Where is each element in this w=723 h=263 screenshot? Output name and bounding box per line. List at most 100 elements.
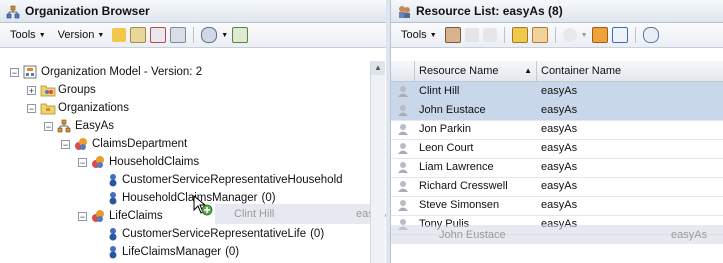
tools-menu-button[interactable]: Tools ▼ [397, 29, 441, 41]
sort-ascending-icon: ▲ [524, 66, 532, 75]
collapse-icon[interactable]: − [27, 103, 36, 113]
tree-node-groups[interactable]: + Groups [27, 81, 96, 99]
table-row[interactable]: John Eustace easyAs [391, 101, 723, 121]
resource-name-cell: Liam Lawrence [419, 161, 494, 173]
resource-list-title: Resource List: easyAs (8) [416, 4, 563, 18]
delete-icon[interactable] [150, 27, 167, 43]
tree-node-label: LifeClaimsManager [122, 246, 222, 258]
person-icon [397, 199, 409, 211]
tree-node-csr-household[interactable]: CustomerServiceRepresentativeHousehold [108, 171, 343, 189]
new-item-icon[interactable] [112, 28, 127, 42]
position-icon [108, 173, 118, 187]
table-row[interactable]: Clint Hill easyAs [391, 82, 723, 102]
tree-scrollbar[interactable]: ▲ [370, 61, 385, 263]
tree-node-claims-department[interactable]: − ClaimsDepartment [61, 135, 187, 153]
tree-node-life-claims-manager[interactable]: LifeClaimsManager (0) [108, 243, 239, 261]
toolbar-separator [193, 27, 195, 43]
collapse-icon[interactable]: − [44, 121, 53, 131]
groups-folder-icon [40, 83, 56, 97]
tree-node-label: ClaimsDepartment [92, 138, 188, 150]
row-icon-cell [391, 158, 415, 177]
resource-name-cell: Leon Court [419, 142, 474, 154]
collapse-icon[interactable]: − [10, 67, 19, 77]
search-dropdown-icon[interactable]: ▼ [581, 32, 588, 39]
resource-table-header: Resource Name ▲ Container Name [391, 61, 723, 82]
search-icon[interactable] [562, 28, 577, 42]
delete-resource-icon[interactable] [531, 27, 548, 43]
container-name-cell: easyAs [541, 123, 578, 135]
tools-menu-label: Tools [10, 29, 36, 41]
resource-list-icon [397, 4, 411, 18]
organization-browser-toolbar: Tools ▼ Version ▼ ▼ [0, 23, 386, 48]
person-icon [397, 104, 409, 116]
resource-list-panel: Resource List: easyAs (8) Tools ▼ ▼ Resou… [390, 0, 723, 263]
organization-browser-titlebar: Organization Browser [0, 0, 386, 23]
add-resource-icon[interactable] [444, 27, 461, 43]
toolbar-separator [634, 27, 636, 43]
edit-icon[interactable] [130, 27, 147, 43]
scroll-up-icon[interactable]: ▲ [371, 61, 385, 75]
column-header-label: Container Name [541, 65, 622, 77]
export-icon[interactable] [232, 27, 249, 43]
container-name-cell: easyAs [541, 180, 578, 192]
remove-resource-icon[interactable] [482, 28, 497, 42]
container-name-cell: easyAs [541, 85, 578, 97]
help-icon[interactable] [642, 27, 659, 43]
tree-node-root[interactable]: − Organization Model - Version: 2 [10, 63, 202, 81]
tree-node-household-claims[interactable]: − HouseholdClaims [78, 153, 199, 171]
move-icon[interactable] [170, 27, 187, 43]
row-icon-cell [391, 120, 415, 139]
table-row[interactable]: Leon Court easyAs [391, 139, 723, 159]
container-name-cell: easyAs [541, 104, 578, 116]
search-dropdown-icon[interactable]: ▼ [221, 32, 228, 39]
tree-node-csr-life[interactable]: CustomerServiceRepresentativeLife (0) [108, 225, 324, 243]
table-row[interactable]: Steve Simonsen easyAs [391, 196, 723, 216]
organization-browser-title: Organization Browser [25, 4, 150, 18]
collapse-icon[interactable]: − [61, 139, 70, 149]
organization-tree: − Organization Model - Version: 2 + Grou… [0, 61, 386, 263]
toolbar-separator [503, 27, 505, 43]
collapse-icon[interactable]: − [78, 211, 87, 221]
container-name-cell: easyAs [541, 199, 578, 211]
drag-ghost-name: Clint Hill [234, 208, 275, 220]
row-icon-cell [391, 139, 415, 158]
org-unit-icon [91, 155, 105, 169]
row-icon-cell [391, 82, 415, 101]
org-unit-icon [91, 209, 105, 223]
version-menu-label: Version [57, 29, 95, 41]
person-icon [397, 180, 409, 192]
tools-menu-label: Tools [401, 29, 427, 41]
person-icon [397, 123, 409, 135]
resource-name-cell: Steve Simonsen [419, 199, 500, 211]
table-row[interactable]: Liam Lawrence easyAs [391, 158, 723, 178]
tree-node-count: (0) [225, 246, 240, 258]
collapse-icon[interactable]: − [78, 157, 87, 167]
resource-name-cell: Clint Hill [419, 85, 460, 97]
row-icon-cell [391, 177, 415, 196]
table-view-icon[interactable] [611, 27, 628, 43]
organization-browser-panel: Organization Browser Tools ▼ Version ▼ ▼ −… [0, 0, 387, 263]
tools-menu-button[interactable]: Tools ▼ [6, 29, 50, 41]
tree-node-easyas[interactable]: − EasyAs [44, 117, 114, 135]
organization-icon [57, 119, 71, 133]
version-menu-button[interactable]: Version ▼ [54, 29, 109, 41]
edit-resource-icon[interactable] [464, 28, 479, 42]
expand-icon[interactable]: + [27, 85, 36, 95]
toolbar-separator [554, 27, 556, 43]
tree-node-label: Organization Model - Version: 2 [41, 66, 203, 78]
column-header-container-name[interactable]: Container Name [537, 61, 723, 81]
tree-node-organizations[interactable]: − Organizations [27, 99, 129, 117]
resource-list-titlebar: Resource List: easyAs (8) [391, 0, 723, 23]
table-row[interactable]: Jon Parkin easyAs [391, 120, 723, 140]
tree-node-count: (0) [310, 228, 325, 240]
column-header-label: Resource Name [419, 65, 499, 77]
resource-list-toolbar: Tools ▼ ▼ [391, 23, 723, 48]
position-icon [108, 245, 118, 259]
new-resource-icon[interactable] [511, 27, 528, 43]
table-row[interactable]: Richard Cresswell easyAs [391, 177, 723, 197]
column-header-resource-name[interactable]: Resource Name ▲ [415, 61, 537, 81]
tree-node-life-claims[interactable]: − LifeClaims [78, 207, 163, 225]
search-icon[interactable] [201, 27, 218, 43]
org-chart-icon[interactable] [591, 27, 608, 43]
row-icon-cell [391, 101, 415, 120]
